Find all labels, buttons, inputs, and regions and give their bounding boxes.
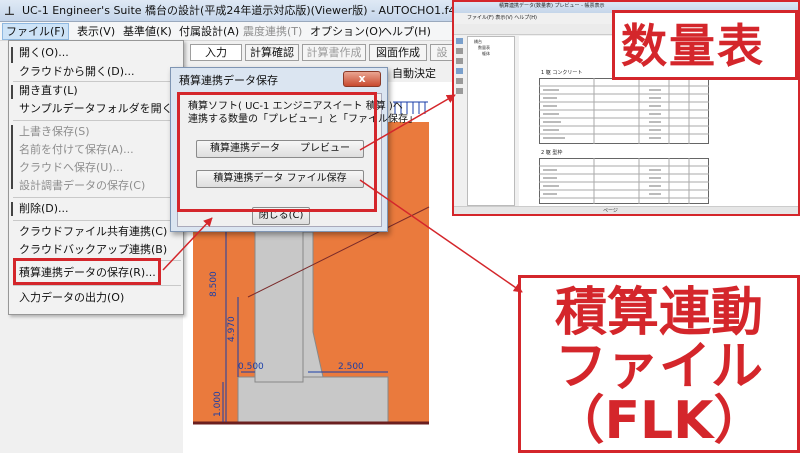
app-icon: ⊥ [4, 4, 15, 18]
flk-label-line2: ファイル [554, 337, 763, 397]
auto-decide-label[interactable]: 自動決定 [392, 67, 436, 81]
menu-save-design-record[interactable]: 設計調書データの保存(C) [19, 179, 145, 193]
tab-design[interactable]: 設 [430, 44, 454, 61]
screenshot: ⊥ UC-1 Engineer's Suite 橋台の設計(平成24年道示対応版… [0, 0, 800, 453]
quantity-table-callout: 数量表 [612, 10, 798, 80]
menu-item-highlight [13, 258, 161, 285]
dialog-highlight [177, 92, 377, 212]
tab-report[interactable]: 計算書作成 [302, 44, 366, 61]
title-bar: ⊥ UC-1 Engineer's Suite 橋台の設計(平成24年道示対応版… [0, 0, 515, 22]
tab-calc-check[interactable]: 計算確認 [245, 44, 299, 61]
flk-label-line3: （FLK） [552, 391, 766, 451]
menu-bar: ファイル(F) 表示(V) 基準値(K) 付属設計(A) 震度連携(T) オプシ… [0, 22, 515, 41]
menu-cloud-file-share[interactable]: クラウドファイル共有連携(C) [19, 225, 167, 239]
dim-toe: 0.500 [238, 362, 264, 372]
menu-save-as[interactable]: 名前を付けて保存(A)... [19, 143, 134, 157]
menu-separator [13, 197, 181, 198]
dialog-close-icon[interactable]: x [343, 71, 381, 87]
dim-stem-height: 4.970 [227, 316, 237, 342]
tab-input[interactable]: 入力 [190, 44, 242, 61]
dim-height: 8.500 [209, 271, 219, 297]
menu-separator [13, 120, 181, 121]
menu-standards[interactable]: 基準値(K) [120, 24, 175, 39]
flk-callout: 積算連動 ファイル （FLK） [518, 275, 800, 453]
menu-separator [13, 81, 181, 82]
flk-label-line1: 積算連動 [554, 283, 763, 343]
menu-group-bar [11, 202, 13, 216]
menu-delete[interactable]: 削除(D)... [19, 202, 69, 216]
dialog-title: 積算連携データ保存 [179, 74, 278, 87]
menu-view[interactable]: 表示(V) [74, 24, 118, 39]
menu-export-input-data[interactable]: 入力データの出力(O) [19, 291, 124, 305]
menu-options[interactable]: オプション(O) [307, 24, 385, 39]
menu-reopen[interactable]: 開き直す(L) [19, 84, 78, 98]
window-title: UC-1 Engineer's Suite 橋台の設計(平成24年道示対応版)(… [22, 4, 463, 17]
menu-save-cloud[interactable]: クラウドへ保存(U)... [19, 161, 123, 175]
main-window: ⊥ UC-1 Engineer's Suite 橋台の設計(平成24年道示対応版… [0, 0, 515, 453]
parapet [388, 122, 429, 152]
menu-cloud-backup[interactable]: クラウドバックアップ連携(B) [19, 243, 167, 257]
menu-open-cloud[interactable]: クラウドから開く(D)... [19, 65, 135, 79]
menu-open[interactable]: 開く(O)... [19, 46, 69, 60]
menu-separator [13, 220, 181, 221]
menu-group-bar [11, 47, 13, 63]
quantity-table-label: 数量表 [621, 19, 765, 73]
footing [237, 376, 389, 423]
menu-file[interactable]: ファイル(F) [2, 23, 69, 40]
menu-seismic-link[interactable]: 震度連携(T) [240, 24, 305, 39]
menu-save[interactable]: 上書き保存(S) [19, 125, 90, 139]
dim-footing: 1.000 [213, 391, 223, 417]
dim-heel: 2.500 [338, 362, 364, 372]
tab-drawing[interactable]: 図面作成 [369, 44, 427, 61]
menu-separator [13, 285, 181, 286]
menu-attached-design[interactable]: 付属設計(A) [176, 24, 242, 39]
stem [254, 221, 304, 383]
menu-help[interactable]: ヘルプ(H) [378, 24, 434, 39]
menu-group-bar [11, 85, 13, 99]
menu-group-bar [11, 125, 13, 189]
menu-open-sample-folder[interactable]: サンプルデータフォルダを開く(E) [19, 102, 188, 116]
